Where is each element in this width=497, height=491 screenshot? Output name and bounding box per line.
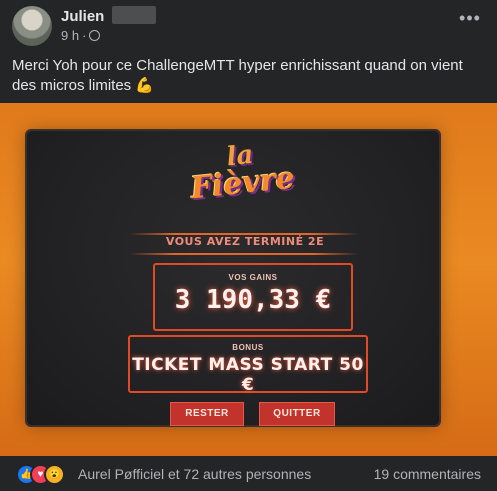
post-photo[interactable]: la Fièvre VOUS AVEZ TERMINÉ 2E VOS GAINS… [0, 103, 497, 456]
la-fievre-logo: la Fièvre [179, 137, 305, 215]
finish-position-text: VOUS AVEZ TERMINÉ 2E [165, 235, 325, 248]
post-time[interactable]: 9 h [61, 28, 79, 43]
post-meta: 9 h · [61, 28, 101, 43]
avatar[interactable] [12, 6, 52, 46]
gains-value: 3 190,33 € [174, 285, 332, 315]
wow-icon: 😮 [44, 464, 65, 485]
globe-icon [89, 30, 101, 41]
rester-button: RESTER [170, 402, 244, 426]
more-options-button[interactable]: ••• [457, 9, 483, 32]
gains-box: VOS GAINS 3 190,33 € [153, 263, 353, 331]
post-message: Merci Yoh pour ce ChallengeMTT hyper enr… [12, 57, 463, 94]
gains-label: VOS GAINS [228, 273, 278, 282]
flexed-biceps-emoji: 💪 [135, 77, 155, 94]
comments-count[interactable]: 19 commentaires [374, 466, 481, 482]
bonus-label: BONUS [232, 343, 264, 352]
author-name-redaction [112, 6, 156, 24]
post-text: Merci Yoh pour ce ChallengeMTT hyper enr… [12, 56, 482, 96]
bonus-value: TICKET MASS START 50 € [132, 355, 364, 395]
meta-separator: · [82, 28, 87, 43]
bonus-box: BONUS TICKET MASS START 50 € [128, 335, 368, 395]
quitter-button: QUITTER [259, 402, 335, 426]
divider-bottom [129, 253, 359, 255]
author-name[interactable]: Julien [61, 8, 104, 25]
reactions-bar: 👍 ♥ 😮 Aurel Pøfficiel et 72 autres perso… [0, 456, 497, 491]
reactions-text[interactable]: Aurel Pøfficiel et 72 autres personnes [78, 466, 311, 482]
